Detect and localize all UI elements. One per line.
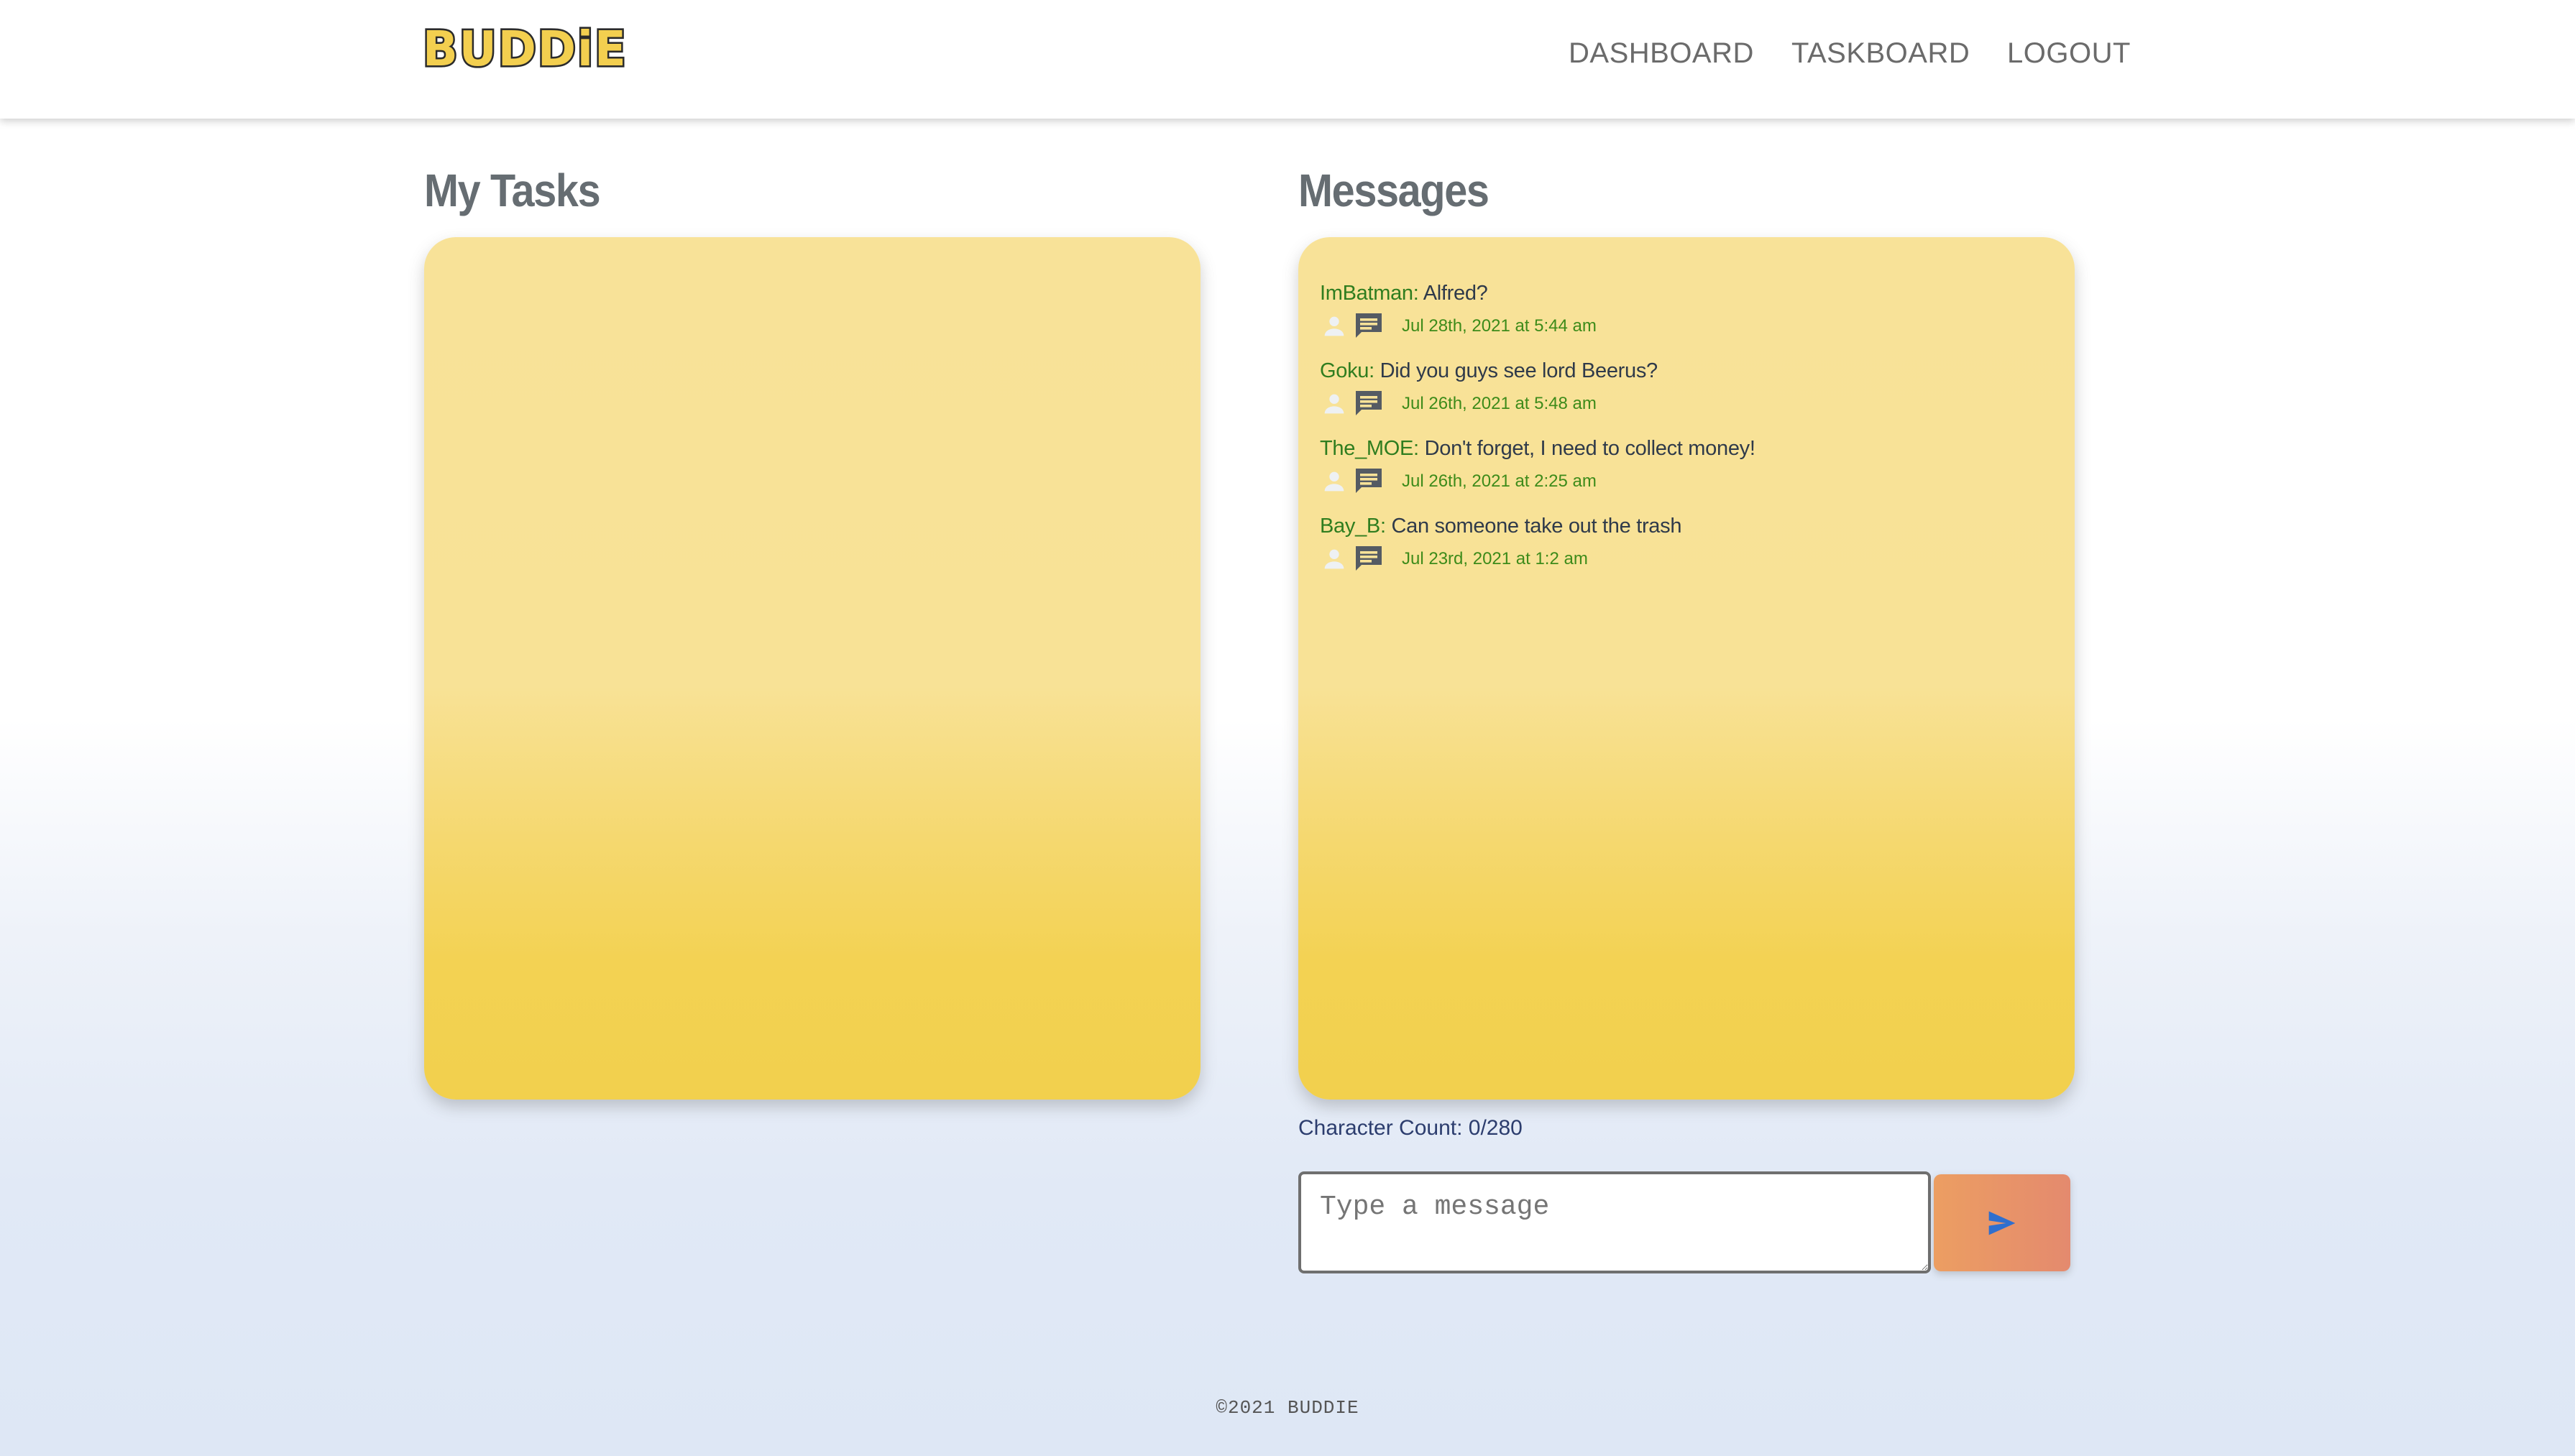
messages-list: ImBatman: Alfred? Jul 28th, 2021 at 5:44… <box>1320 277 2053 588</box>
message-meta: Jul 23rd, 2021 at 1:2 am <box>1320 542 2053 576</box>
user-icon[interactable] <box>1320 312 1349 341</box>
user-icon[interactable] <box>1320 545 1349 573</box>
message-meta: Jul 28th, 2021 at 5:44 am <box>1320 309 2053 344</box>
messages-title: Messages <box>1298 165 1490 216</box>
message-item: Bay_B: Can someone take out the trash Ju… <box>1320 510 2053 588</box>
main-nav: DASHBOARD TASKBOARD LOGOUT <box>0 37 2575 80</box>
top-nav-bar: BUDDiE DASHBOARD TASKBOARD LOGOUT <box>0 0 2575 119</box>
message-date: Jul 26th, 2021 at 5:48 am <box>1402 394 1597 413</box>
send-icon <box>1988 1211 2016 1235</box>
messages-panel: ImBatman: Alfred? Jul 28th, 2021 at 5:44… <box>1298 237 2075 1100</box>
send-button[interactable] <box>1934 1174 2070 1271</box>
message-username[interactable]: Bay_B: <box>1320 515 1386 538</box>
nav-dashboard-link[interactable]: DASHBOARD <box>1569 37 1754 70</box>
user-icon[interactable] <box>1320 467 1349 496</box>
message-text: Don't forget, I need to collect money! <box>1424 437 1755 460</box>
message-username[interactable]: ImBatman: <box>1320 282 1419 305</box>
message-item: The_MOE: Don't forget, I need to collect… <box>1320 433 2053 510</box>
message-item: ImBatman: Alfred? Jul 28th, 2021 at 5:44… <box>1320 277 2053 355</box>
message-input[interactable] <box>1298 1171 1931 1273</box>
message-text: Can someone take out the trash <box>1391 515 1682 538</box>
message-text: Did you guys see lord Beerus? <box>1380 359 1658 382</box>
message-username[interactable]: The_MOE: <box>1320 437 1419 460</box>
message-date: Jul 28th, 2021 at 5:44 am <box>1402 316 1597 336</box>
my-tasks-title: My Tasks <box>424 165 601 216</box>
message-username[interactable]: Goku: <box>1320 359 1374 382</box>
message-line: Goku: Did you guys see lord Beerus? <box>1320 355 2053 387</box>
chat-icon[interactable] <box>1351 464 1386 499</box>
message-line: The_MOE: Don't forget, I need to collect… <box>1320 433 2053 464</box>
chat-icon[interactable] <box>1351 309 1386 344</box>
nav-logout-link[interactable]: LOGOUT <box>2007 37 2131 70</box>
message-meta: Jul 26th, 2021 at 2:25 am <box>1320 464 2053 499</box>
message-date: Jul 26th, 2021 at 2:25 am <box>1402 471 1597 491</box>
nav-taskboard-link[interactable]: TASKBOARD <box>1791 37 1970 70</box>
footer-copyright: ©2021 BUDDIE <box>1216 1397 1359 1419</box>
message-text: Alfred? <box>1423 282 1488 305</box>
chat-icon[interactable] <box>1351 387 1386 421</box>
message-line: ImBatman: Alfred? <box>1320 277 2053 309</box>
message-meta: Jul 26th, 2021 at 5:48 am <box>1320 387 2053 421</box>
message-item: Goku: Did you guys see lord Beerus? Jul … <box>1320 355 2053 433</box>
message-line: Bay_B: Can someone take out the trash <box>1320 510 2053 542</box>
user-icon[interactable] <box>1320 390 1349 418</box>
character-count: Character Count: 0/280 <box>1298 1116 1523 1140</box>
chat-icon[interactable] <box>1351 542 1386 576</box>
message-date: Jul 23rd, 2021 at 1:2 am <box>1402 549 1588 568</box>
tasks-panel <box>424 237 1201 1100</box>
